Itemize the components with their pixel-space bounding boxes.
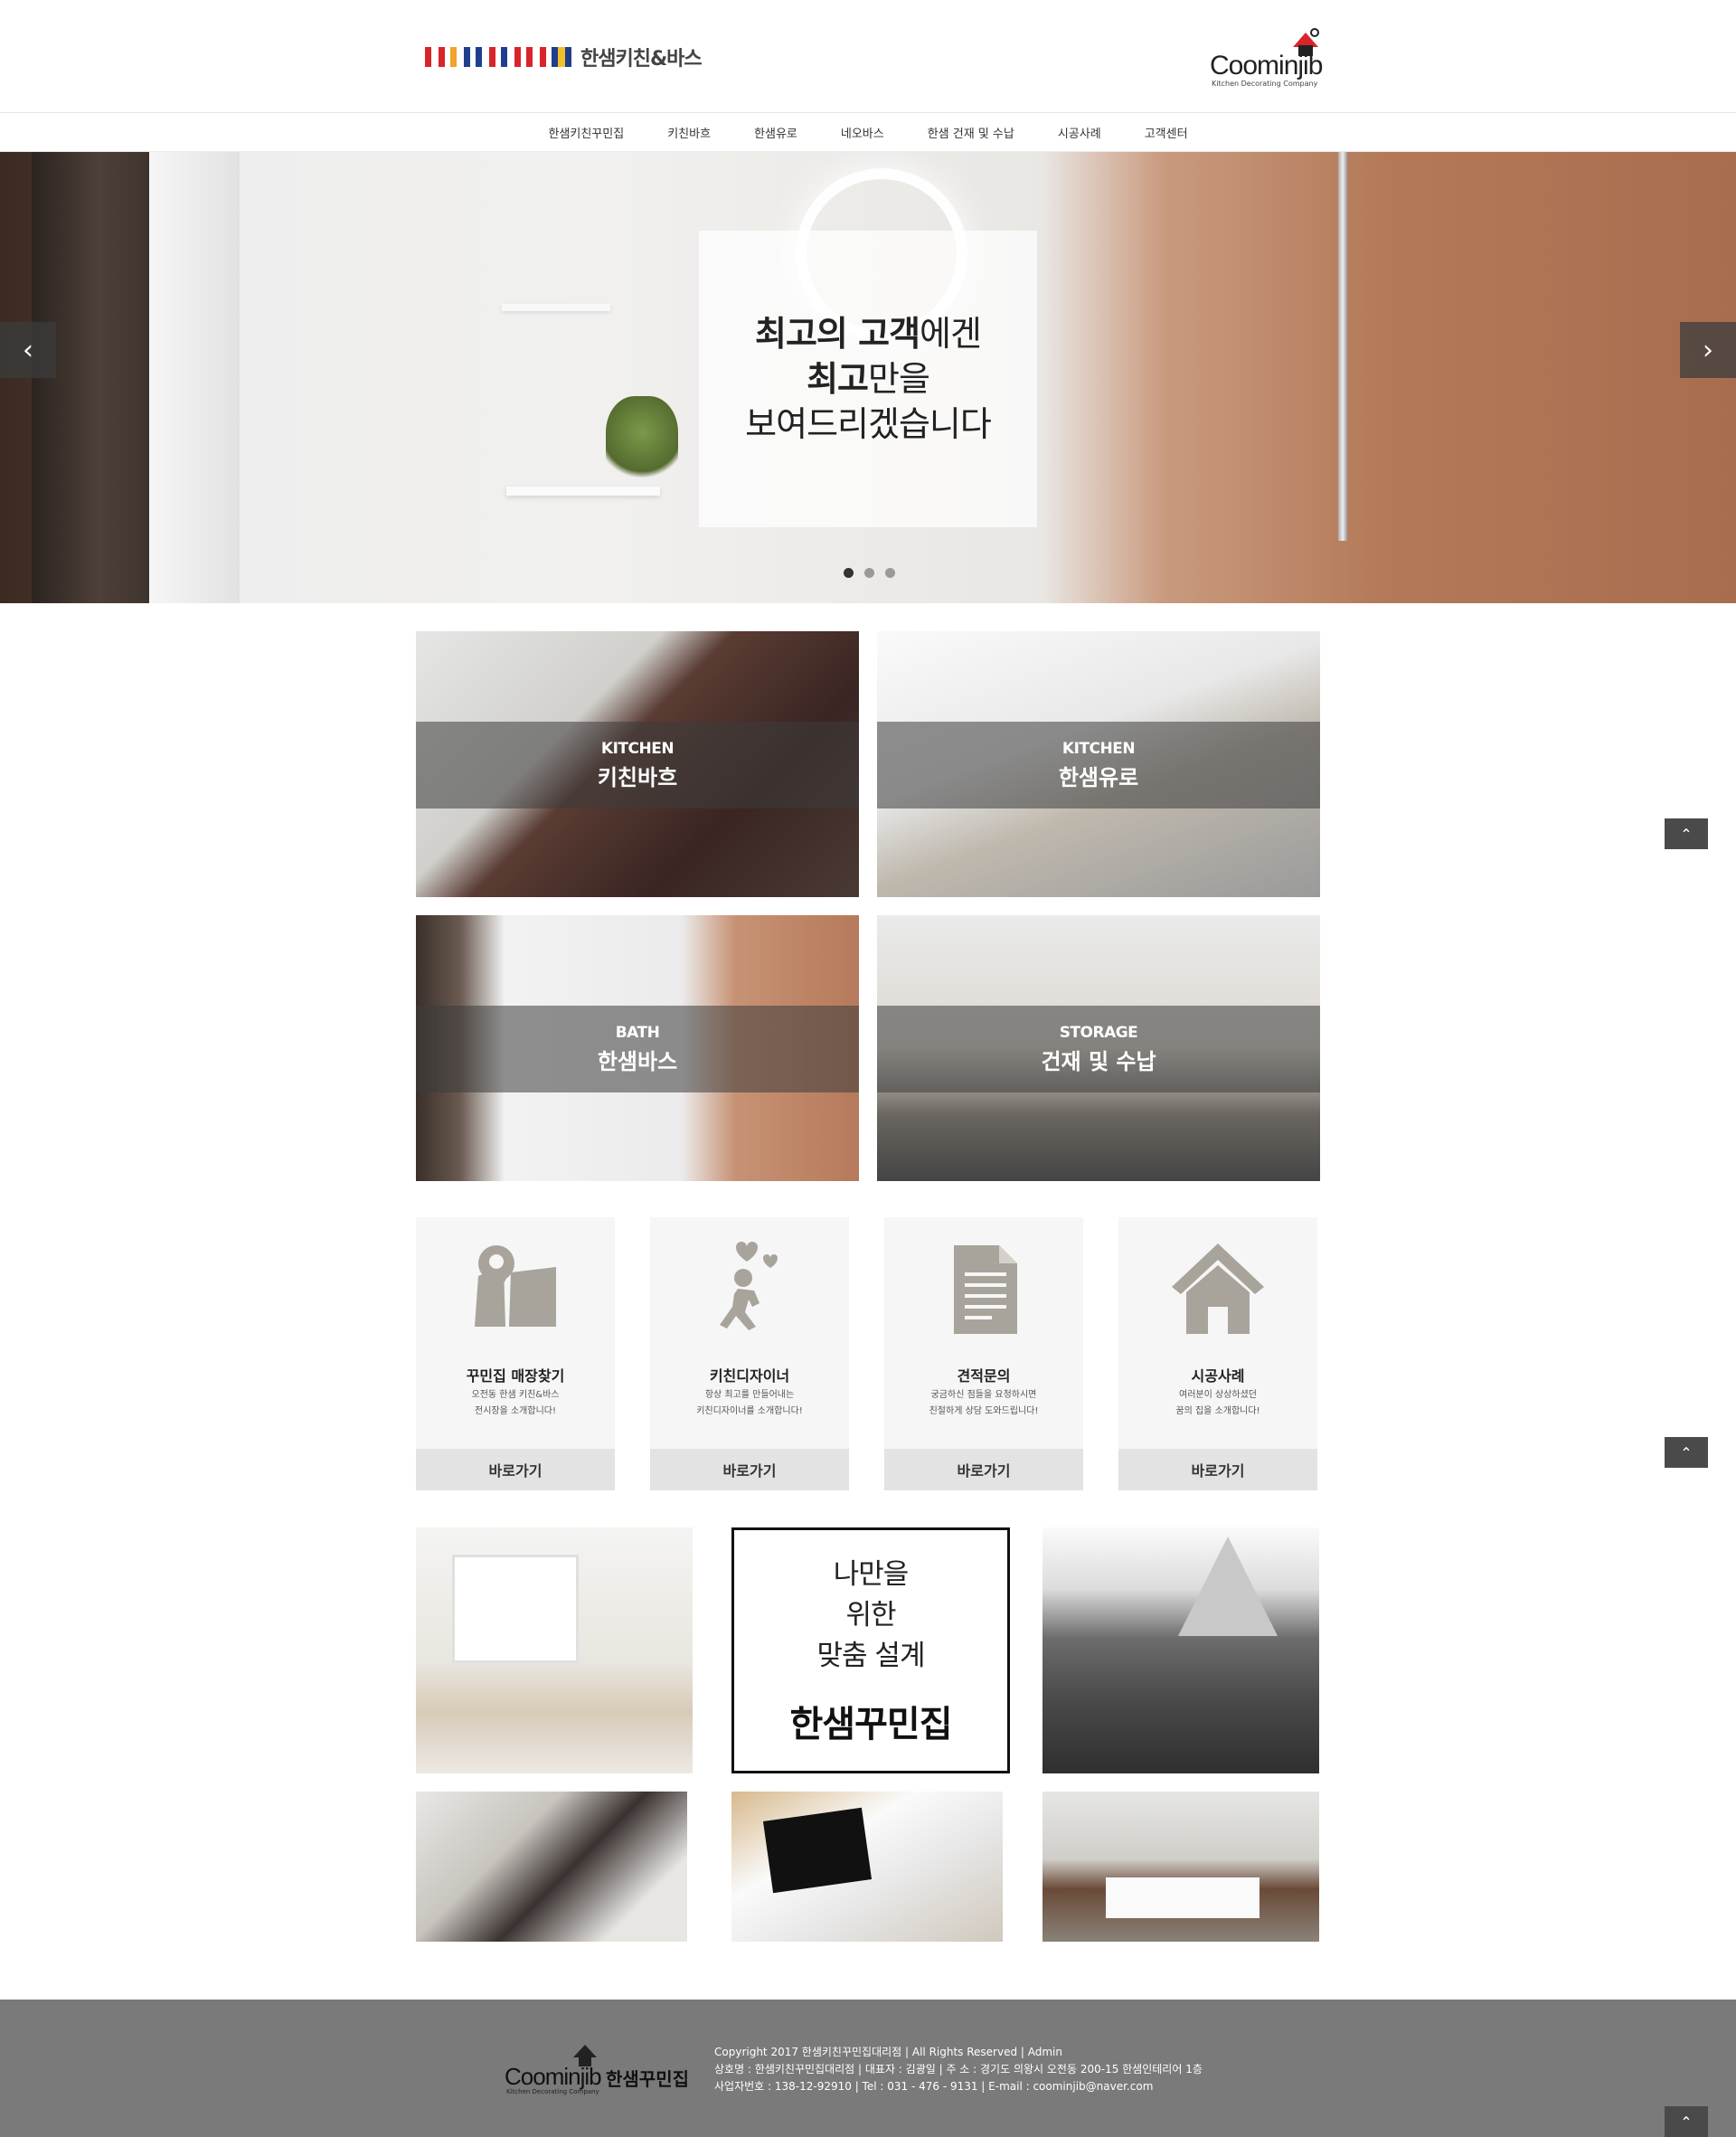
tile-band: STORAGE 건재 및 수납 [877, 1006, 1320, 1092]
gallery-kitchen-hood-image[interactable] [1043, 1527, 1319, 1773]
partner-logo-text: Coominjib [1210, 51, 1323, 80]
chevron-up-icon: ⌃ [1680, 1443, 1693, 1461]
card-desc: 오전동 한샘 키친&바스 전시장을 소개합니다! [471, 1390, 560, 1416]
hero-shelf [506, 487, 660, 496]
card-cases: 시공사례 여러분이 상상하셨던 꿈의 집을 소개합니다! 바로가기 [1118, 1217, 1317, 1490]
hero-next-button[interactable]: › [1680, 322, 1736, 378]
card-go-button[interactable]: 바로가기 [1118, 1449, 1317, 1490]
tile-en-label: KITCHEN [600, 739, 675, 758]
card-title: 꾸민집 매장찾기 [466, 1367, 565, 1385]
tile-hanssem-euro[interactable]: KITCHEN 한샘유로 [877, 631, 1320, 897]
feature-line: 나만을 [833, 1557, 910, 1591]
partner-tagline: Kitchen Decorating Company [1212, 80, 1318, 88]
brand-name: 한샘키친&바스 [580, 48, 703, 71]
card-desc: 항상 최고를 만들어내는 키친디자이너를 소개합니다! [696, 1390, 803, 1416]
tile-hanssem-bath[interactable]: BATH 한샘바스 [416, 915, 859, 1181]
slider-dot-2[interactable] [864, 568, 874, 578]
chevron-up-icon: ⌃ [1680, 2113, 1693, 2131]
footer-logo-tagline: Kitchen Decorating Company [506, 2088, 599, 2095]
hero-line-1: 최고의 고객에겐 [755, 314, 982, 354]
card-title: 견적문의 [957, 1367, 1011, 1385]
footer-info: Copyright 2017 한샘키친꾸민집대리점 | All Rights R… [714, 2044, 1203, 2095]
scroll-top-button[interactable]: ⌃ [1665, 2106, 1708, 2137]
nav-item-hanssem-euro[interactable]: 한샘유로 [732, 124, 819, 141]
gallery-bedroom-image[interactable] [1043, 1792, 1319, 1942]
nav-item-customer-center[interactable]: 고객센터 [1123, 124, 1210, 141]
nav-item-hanssem-kitchen-coominjib[interactable]: 한샘키친꾸민집 [526, 124, 646, 141]
house-icon [1172, 1243, 1264, 1334]
nav-item-kitchen-bach[interactable]: 키친바흐 [646, 124, 732, 141]
hero-line-3: 보여드리겠습니다 [745, 404, 992, 444]
hero-plant [606, 396, 678, 487]
main-nav: 한샘키친꾸민집 키친바흐 한샘유로 네오바스 한샘 건재 및 수납 시공사례 고… [0, 114, 1736, 152]
document-icon [954, 1245, 1017, 1334]
card-go-button[interactable]: 바로가기 [884, 1449, 1083, 1490]
scroll-top-button[interactable]: ⌃ [1665, 1437, 1708, 1468]
card-store-finder: 꾸민집 매장찾기 오전동 한샘 키친&바스 전시장을 소개합니다! 바로가기 [416, 1217, 615, 1490]
nav-item-neo-bath[interactable]: 네오바스 [819, 124, 906, 141]
map-pin-icon [475, 1245, 556, 1327]
hero-line-2: 최고만을 [807, 359, 930, 399]
slider-dots [844, 568, 895, 578]
feature-line: 맞춤 설계 [816, 1639, 926, 1672]
tile-ko-label: 한샘바스 [597, 1048, 678, 1074]
card-estimate: 견적문의 궁금하신 점들을 요청하시면 친절하게 상담 도와드립니다! 바로가기 [884, 1217, 1083, 1490]
card-go-button[interactable]: 바로가기 [416, 1449, 615, 1490]
feature-line: 위한 [845, 1598, 896, 1631]
coominjib-logo[interactable]: Coominjib Kitchen Decorating Company [1210, 27, 1323, 92]
feature-frame: 나만을 위한 맞춤 설계 한샘꾸민집 [731, 1527, 1010, 1773]
card-go-button[interactable]: 바로가기 [650, 1449, 849, 1490]
tile-storage[interactable]: STORAGE 건재 및 수납 [877, 915, 1320, 1181]
flags-logo-icon [425, 47, 571, 67]
scroll-top-button[interactable]: ⌃ [1665, 818, 1708, 849]
tile-kitchen-bach[interactable]: KITCHEN 키친바흐 [416, 631, 859, 897]
tile-en-label: KITCHEN [1061, 739, 1136, 758]
hero-shelf [502, 304, 610, 311]
hero-pillar-image [149, 152, 240, 603]
brand-logo[interactable]: 한샘키친&바스 [425, 43, 703, 71]
site-footer: Coominjib 한샘꾸민집 Kitchen Decorating Compa… [0, 2000, 1736, 2137]
nav-item-materials-storage[interactable]: 한샘 건재 및 수납 [906, 124, 1036, 141]
footer-logo-text: Coominjib [505, 2063, 602, 2090]
card-kitchen-designer: 키친디자이너 항상 최고를 만들어내는 키친디자이너를 소개합니다! 바로가기 [650, 1217, 849, 1490]
hero-slider: 최고의 고객에겐 최고만을 보여드리겠습니다 ‹ › [0, 152, 1736, 603]
footer-logo[interactable]: Coominjib 한샘꾸민집 Kitchen Decorating Compa… [505, 2043, 694, 2097]
slider-dot-3[interactable] [885, 568, 895, 578]
tile-en-label: STORAGE [1059, 1023, 1138, 1042]
card-title: 키친디자이너 [709, 1367, 790, 1385]
tile-band: KITCHEN 키친바흐 [416, 722, 859, 808]
hero-caption-box: 최고의 고객에겐 최고만을 보여드리겠습니다 [699, 231, 1037, 527]
tile-en-label: BATH [615, 1023, 660, 1042]
card-title: 시공사례 [1191, 1367, 1245, 1385]
chevron-right-icon: › [1703, 334, 1713, 366]
tile-ko-label: 건재 및 수납 [1041, 1048, 1156, 1074]
footer-logo-ko: 한샘꾸민집 [606, 2068, 689, 2090]
card-desc: 궁금하신 점들을 요청하시면 친절하게 상담 도와드립니다! [929, 1390, 1039, 1416]
tile-band: KITCHEN 한샘유로 [877, 722, 1320, 808]
tile-ko-label: 한샘유로 [1058, 764, 1139, 790]
chevron-left-icon: ‹ [23, 334, 33, 366]
gallery-dining-image[interactable] [416, 1792, 687, 1942]
chevron-up-icon: ⌃ [1680, 825, 1693, 843]
footer-business: 사업자번호 : 138-12-92910 | Tel : 031 - 476 -… [714, 2080, 1154, 2093]
footer-company: 상호명 : 한샘키친꾸민집대리점 | 대표자 : 김광일 | 주 소 : 경기도… [714, 2063, 1203, 2076]
hero-prev-button[interactable]: ‹ [0, 322, 56, 378]
hero-shower-pipe [1338, 152, 1347, 541]
feature-brand: 한샘꾸민집 [789, 1703, 953, 1745]
tile-band: BATH 한샘바스 [416, 1006, 859, 1092]
gallery-cooktop-image[interactable] [731, 1792, 1003, 1942]
tile-ko-label: 키친바흐 [597, 764, 678, 790]
runner-icon [720, 1242, 778, 1330]
gallery-living-room-image[interactable] [416, 1527, 693, 1773]
site-header: 한샘키친&바스 Coominjib Kitchen Decorating Com… [0, 0, 1736, 113]
slider-dot-1[interactable] [844, 568, 854, 578]
nav-item-cases[interactable]: 시공사례 [1036, 124, 1123, 141]
card-desc: 여러분이 상상하셨던 꿈의 집을 소개합니다! [1175, 1390, 1260, 1416]
footer-copyright: Copyright 2017 한샘키친꾸민집대리점 | All Rights R… [714, 2046, 1063, 2058]
